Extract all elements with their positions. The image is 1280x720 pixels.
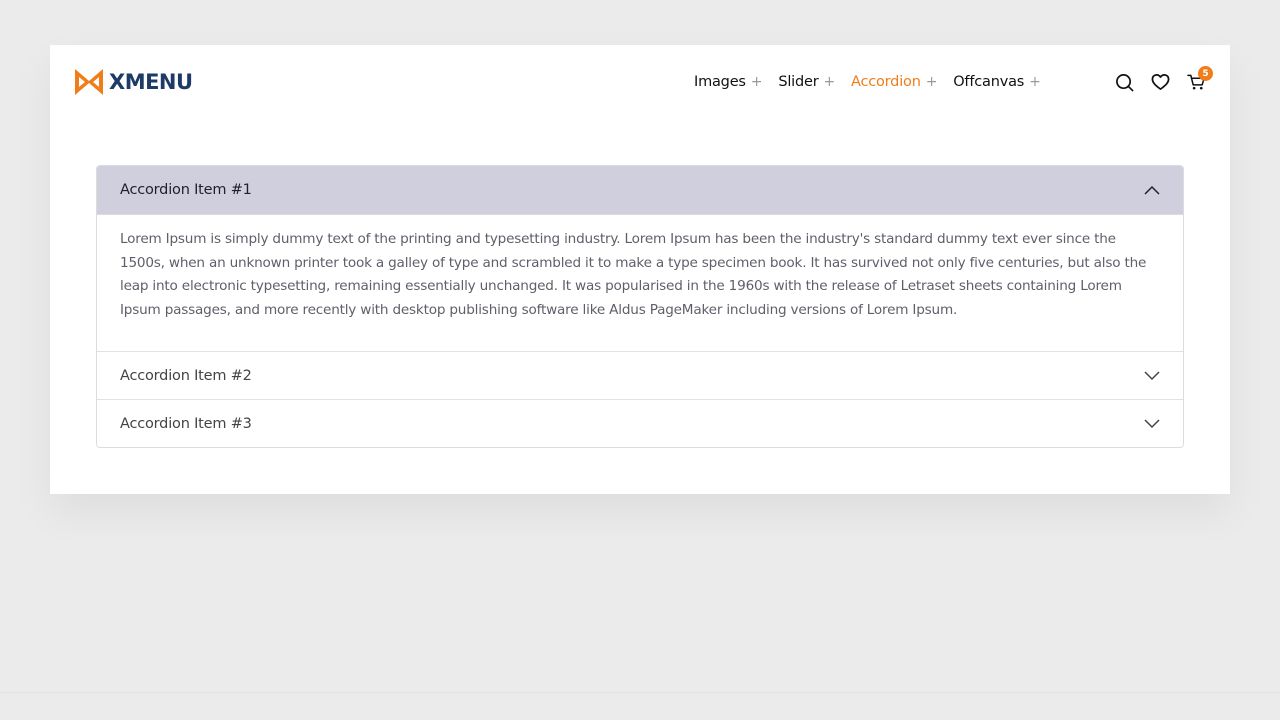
nav-item-label: Images [694,74,746,90]
chevron-down-icon [1144,418,1160,428]
site-header: XMENU Images + Slider + Accordion + Offc… [50,45,1230,117]
cart-count-badge: 5 [1198,66,1213,81]
nav-item-label: Accordion [851,74,921,90]
brand-logo[interactable]: XMENU [73,65,193,99]
page-divider [0,692,1280,693]
chevron-down-icon [1144,370,1160,380]
page-card: XMENU Images + Slider + Accordion + Offc… [50,45,1230,494]
accordion-header-3[interactable]: Accordion Item #3 [97,399,1183,447]
plus-icon: + [750,74,763,90]
plus-icon: + [823,74,835,90]
search-icon [1115,73,1133,91]
nav-item-slider[interactable]: Slider + [778,74,835,90]
header-actions: 5 [1114,66,1213,93]
heart-icon [1151,74,1169,90]
wishlist-button[interactable] [1150,72,1170,92]
cart-button[interactable]: 5 [1186,66,1213,92]
brand-name: XMENU [109,70,193,94]
accordion: Accordion Item #1 Lorem Ipsum is simply … [96,165,1184,448]
xmenu-logo-icon [75,69,103,95]
accordion-header-1[interactable]: Accordion Item #1 [97,166,1183,214]
accordion-title: Accordion Item #3 [120,415,252,432]
nav-item-label: Offcanvas [953,74,1025,90]
plus-icon: + [1029,74,1041,90]
accordion-title: Accordion Item #1 [120,182,252,198]
main-nav: Images + Slider + Accordion + Offcanvas … [694,69,1057,95]
nav-item-accordion[interactable]: Accordion + [851,74,937,90]
nav-item-images[interactable]: Images + [694,74,763,90]
nav-item-label: Slider [778,74,819,90]
accordion-title: Accordion Item #2 [120,367,252,384]
nav-item-offcanvas[interactable]: Offcanvas + [953,74,1041,90]
search-button[interactable] [1114,72,1134,92]
accordion-header-2[interactable]: Accordion Item #2 [97,351,1183,399]
chevron-up-icon [1144,185,1160,195]
plus-icon: + [925,74,938,90]
accordion-body-1: Lorem Ipsum is simply dummy text of the … [97,214,1183,351]
